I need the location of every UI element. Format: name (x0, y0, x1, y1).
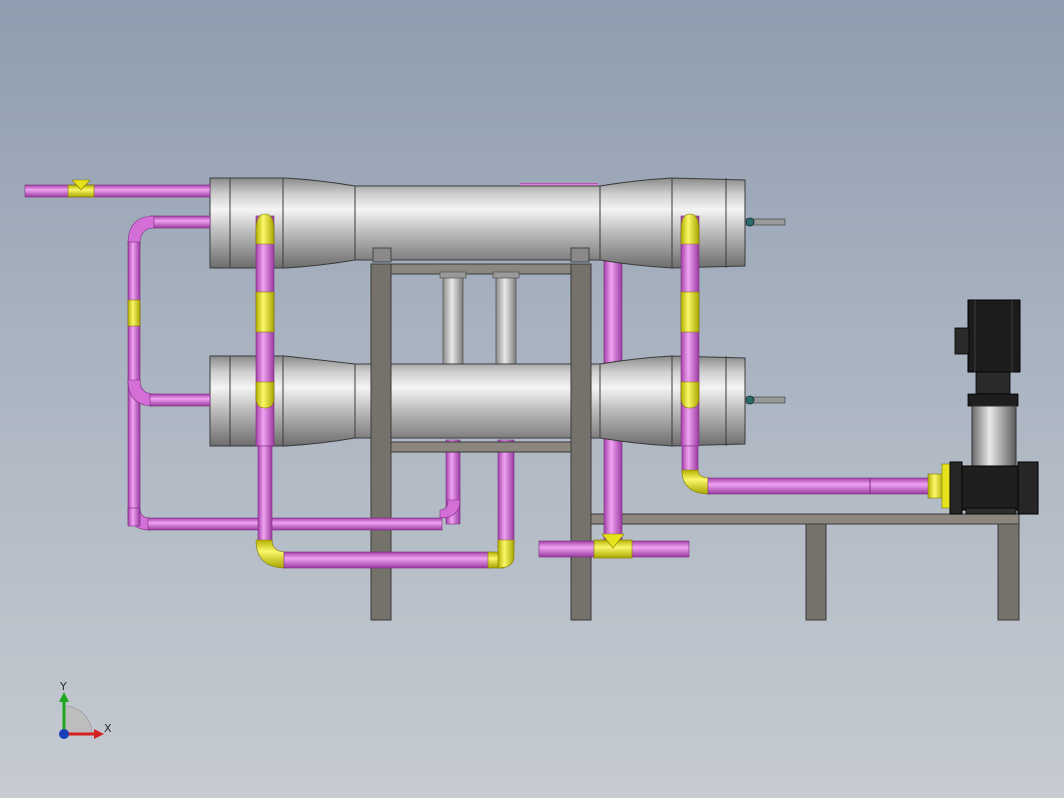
x-axis-label: X (104, 722, 112, 735)
y-axis-label: Y (59, 680, 67, 693)
pump-skid-beam (590, 513, 1020, 525)
inlet-pipe[interactable] (24, 184, 211, 198)
cad-viewport[interactable]: Y X (0, 0, 1064, 798)
assembly-view[interactable]: Y X (0, 0, 1064, 798)
coordinate-triad-icon: Y X (59, 680, 112, 739)
pump-skid-leg-left (805, 523, 827, 621)
vertical-multistage-pump[interactable] (949, 299, 1039, 515)
vessel-support-rods (439, 271, 520, 367)
frame-top-beam (370, 263, 592, 275)
pump-skid-leg-right (997, 523, 1020, 621)
pump-suction-pipe[interactable] (707, 477, 931, 495)
